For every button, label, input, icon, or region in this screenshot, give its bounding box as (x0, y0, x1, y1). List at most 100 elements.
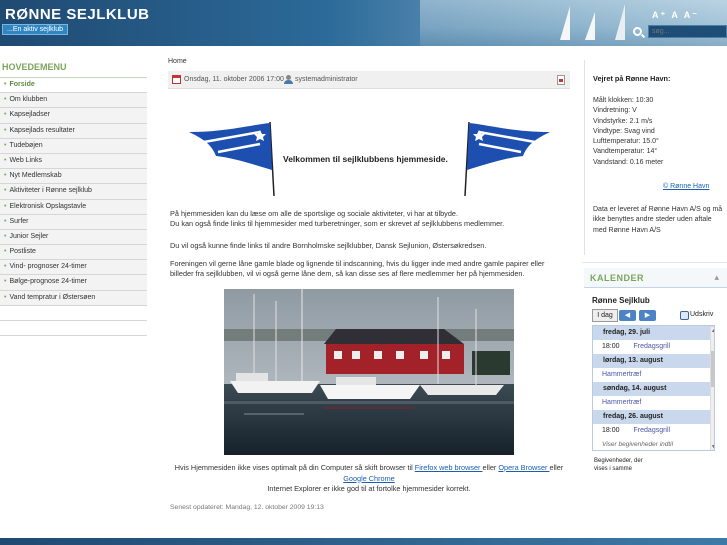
menu-item[interactable]: • Surfer (0, 214, 147, 230)
menu-item[interactable]: • Tudebøjen (0, 138, 147, 154)
prev-button[interactable]: ◀ (619, 310, 636, 321)
club-flag-right (464, 121, 550, 197)
search-input[interactable] (648, 25, 727, 38)
breadcrumb[interactable]: Home (168, 58, 570, 65)
article-author: systemadministrator (295, 76, 358, 83)
bullet-icon: • (4, 156, 7, 164)
menu-item-label: Aktiviteter i Rønne sejlklub (9, 187, 92, 195)
menu-item-label: Surfer (9, 217, 29, 225)
menu-title: HOVEDEMENU (0, 62, 147, 78)
calendar-name: Rønne Sejlklub (592, 296, 650, 305)
agenda-scrollbar[interactable]: ▲ ▼ (710, 327, 714, 450)
print-link[interactable]: Udskriv (690, 311, 713, 318)
font-size-controls[interactable]: A⁺ A A⁻ (652, 10, 699, 21)
event-title[interactable]: Fredagsgrill (634, 343, 671, 350)
menu-item[interactable]: • Web Links (0, 153, 147, 170)
menu-item-label: Om klubben (9, 96, 48, 104)
menu-item[interactable]: • Om klubben (0, 93, 147, 109)
weather-note: Data er leveret af Rønne Havn A/S og må … (593, 206, 723, 234)
calendar-title: KALENDER (590, 273, 645, 283)
or-text: eller (482, 463, 499, 472)
event-time: 18:00 (602, 427, 620, 434)
pdf-icon[interactable] (557, 75, 565, 85)
weather-reading: Vindstyrke: 2.1 m/s (593, 117, 653, 125)
menu-item-label: Vind- prognoser 24-timer (9, 263, 87, 271)
print-icon[interactable] (680, 311, 689, 320)
weather-panel: Vejret på Rønne Havn: Målt klokken: 10:3… (584, 60, 727, 255)
menu-item-label: Vand tempratur i Østersøen (9, 293, 96, 301)
event-title[interactable]: Hammertræf (602, 399, 641, 406)
menu-item[interactable]: • Bølge-prognose 24-timer (0, 275, 147, 291)
article-date: Onsdag, 11. oktober 2006 17:00 (184, 76, 284, 83)
collapse-icon[interactable]: ▴ (714, 272, 719, 283)
sailboat-graphic (585, 12, 595, 40)
harbor-link[interactable]: © Rønne Havn (663, 183, 709, 190)
menu-item[interactable]: • Kapsejladser (0, 108, 147, 124)
bullet-icon: • (4, 141, 7, 149)
bullet-icon: • (4, 172, 7, 180)
divider (582, 262, 727, 263)
firefox-link[interactable]: Firefox web browser (415, 463, 483, 472)
main-menu: HOVEDEMENU • Forside • Om klubben • Kapsejlad… (0, 62, 147, 337)
archive-line: billeder fra sejlklubben, vil vi også ge… (170, 269, 525, 279)
agenda-date: fredag, 29. juli (593, 326, 714, 340)
menu-item[interactable]: • Forside (0, 78, 147, 94)
menu-item[interactable]: • Junior Sejler (0, 229, 147, 246)
intro-paragraph: På hjemmesiden kan du læse om alle de sp… (170, 209, 570, 230)
menu-item[interactable]: • Nyt Medlemskab (0, 169, 147, 185)
event-title[interactable]: Fredagsgrill (634, 427, 671, 434)
bullet-icon: • (4, 293, 7, 301)
agenda-event[interactable]: 18:00 Fredagsgrill (593, 340, 714, 354)
menu-item[interactable]: • Vind- prognoser 24-timer (0, 260, 147, 276)
event-title[interactable]: Hammertræf (602, 371, 641, 378)
bullet-icon: • (4, 263, 7, 271)
agenda-event[interactable]: Hammertræf (593, 396, 714, 410)
menu-item-label: Nyt Medlemskab (9, 172, 62, 180)
site-title[interactable]: RØNNE SEJLKLUB (5, 6, 150, 23)
agenda-date: lørdag, 13. august (593, 354, 714, 368)
bullet-icon: • (4, 81, 7, 88)
agenda-event[interactable]: 18:00 Fredagsgrill (593, 424, 714, 438)
header-photo (420, 0, 727, 46)
menu-item[interactable]: • Elektronisk Opslagstavle (0, 199, 147, 215)
archive-line: Foreningen vil gerne låne gamle blade og… (170, 259, 545, 268)
menu-item-label: Kapsejlads resultater (9, 126, 75, 134)
next-button[interactable]: ▶ (639, 310, 656, 321)
agenda-date: søndag, 14. august (593, 382, 714, 396)
browser-advice-text: Hvis Hjemmesiden ikke vises optimalt på … (174, 463, 415, 472)
sailboat-graphic (560, 6, 570, 40)
menu-item-label: Junior Sejler (9, 232, 49, 240)
bullet-icon: • (4, 232, 7, 240)
opera-link[interactable]: Opera Browser (498, 463, 549, 472)
menu-spacer (0, 321, 147, 337)
menu-item[interactable]: • Postliste (0, 245, 147, 261)
event-time: 18:00 (602, 343, 620, 350)
menu-item[interactable]: • Kapsejlads resultater (0, 123, 147, 139)
or-text: eller (549, 463, 564, 472)
today-button[interactable]: I dag (592, 309, 618, 322)
intro-line: På hjemmesiden kan du læse om alle de sp… (170, 209, 458, 218)
menu-spacer (0, 305, 147, 321)
browser-advice-line: Hvis Hjemmesiden ikke vises optimalt på … (168, 463, 570, 474)
weather-reading: Vindtype: Svag vind (593, 127, 655, 135)
menu-item[interactable]: • Vand tempratur i Østersøen (0, 290, 147, 306)
browser-advice: Hvis Hjemmesiden ikke vises optimalt på … (168, 463, 570, 495)
main-content: Home Onsdag, 11. oktober 2006 17:00 syst… (168, 58, 570, 528)
menu-item-label: Tudebøjen (9, 141, 43, 149)
club-flag-left (189, 121, 275, 197)
site-header: RØNNE SEJLKLUB ...En aktiv sejlklub A⁺ A… (0, 0, 727, 46)
calendar-header: KALENDER ▴ (584, 268, 727, 288)
links-paragraph: Du vil også kunne finde links til andre … (170, 241, 487, 250)
article-meta: Onsdag, 11. oktober 2006 17:00 systemadm… (168, 71, 570, 89)
bullet-icon: • (4, 126, 7, 134)
chrome-link[interactable]: Google Chrome (343, 474, 395, 483)
archive-paragraph: Foreningen vil gerne låne gamle blade og… (170, 259, 570, 280)
menu-item-label: Bølge-prognose 24-timer (9, 278, 87, 286)
agenda-date: fredag, 26. august (593, 410, 714, 424)
calendar-panel: KALENDER ▴ Rønne Sejlklub I dag ◀ ▶ Udsk… (584, 268, 727, 478)
bullet-icon: • (4, 278, 7, 286)
search-icon[interactable] (633, 27, 642, 36)
bullet-icon: • (4, 187, 7, 195)
menu-item[interactable]: • Aktiviteter i Rønne sejlklub (0, 184, 147, 200)
agenda-event[interactable]: Hammertræf (593, 368, 714, 382)
